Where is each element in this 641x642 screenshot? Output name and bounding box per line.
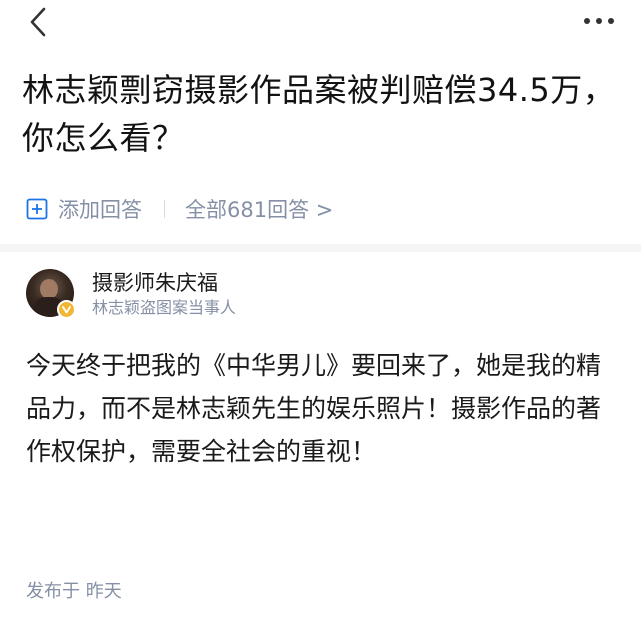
author-text: 摄影师朱庆福 林志颖盗图案当事人 xyxy=(92,270,236,318)
section-divider xyxy=(0,244,641,252)
answer-author: 摄影师朱庆福 林志颖盗图案当事人 xyxy=(26,268,236,320)
actions-separator xyxy=(164,200,165,218)
chevron-left-icon xyxy=(30,7,46,37)
avatar-wrapper xyxy=(26,269,76,319)
verified-badge-icon xyxy=(57,300,76,319)
all-answers-link[interactable]: 全部681回答 > xyxy=(185,194,333,224)
publish-time: 发布于 昨天 xyxy=(26,581,122,602)
add-answer-button[interactable]: 添加回答 xyxy=(26,194,142,224)
question-actions: 添加回答 全部681回答 > xyxy=(26,193,333,225)
question-title: 林志颖剽窃摄影作品案被判赔偿34.5万，你怎么看？ xyxy=(22,71,616,157)
add-answer-label: 添加回答 xyxy=(58,198,142,222)
more-horizontal-icon xyxy=(584,18,614,24)
more-button[interactable] xyxy=(581,6,617,36)
top-nav-bar xyxy=(0,0,641,44)
plus-square-icon xyxy=(26,198,48,220)
author-name[interactable]: 摄影师朱庆福 xyxy=(92,270,236,296)
verified-check-icon xyxy=(62,306,71,314)
answer-content: 今天终于把我的《中华男儿》要回来了，她是我的精品力，而不是林志颖先生的娱乐照片！… xyxy=(26,351,602,466)
author-description: 林志颖盗图案当事人 xyxy=(92,298,237,317)
back-button[interactable] xyxy=(22,4,58,40)
